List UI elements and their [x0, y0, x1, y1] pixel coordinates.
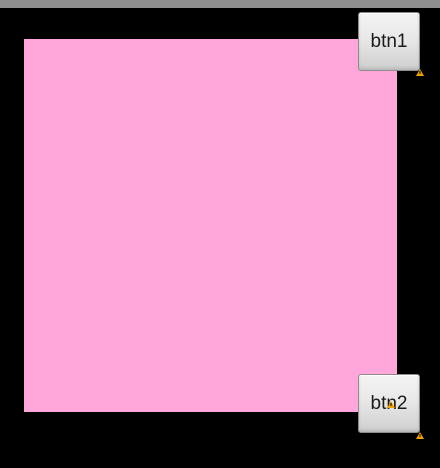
- warning-triangle-icon: [416, 69, 424, 76]
- app-screen: btn1 btn2: [0, 0, 440, 468]
- btn1-button[interactable]: btn1: [358, 12, 420, 71]
- pink-panel: [24, 39, 397, 412]
- warning-triangle-icon: [387, 401, 395, 408]
- warning-triangle-icon: [416, 432, 424, 439]
- status-bar: [0, 0, 440, 8]
